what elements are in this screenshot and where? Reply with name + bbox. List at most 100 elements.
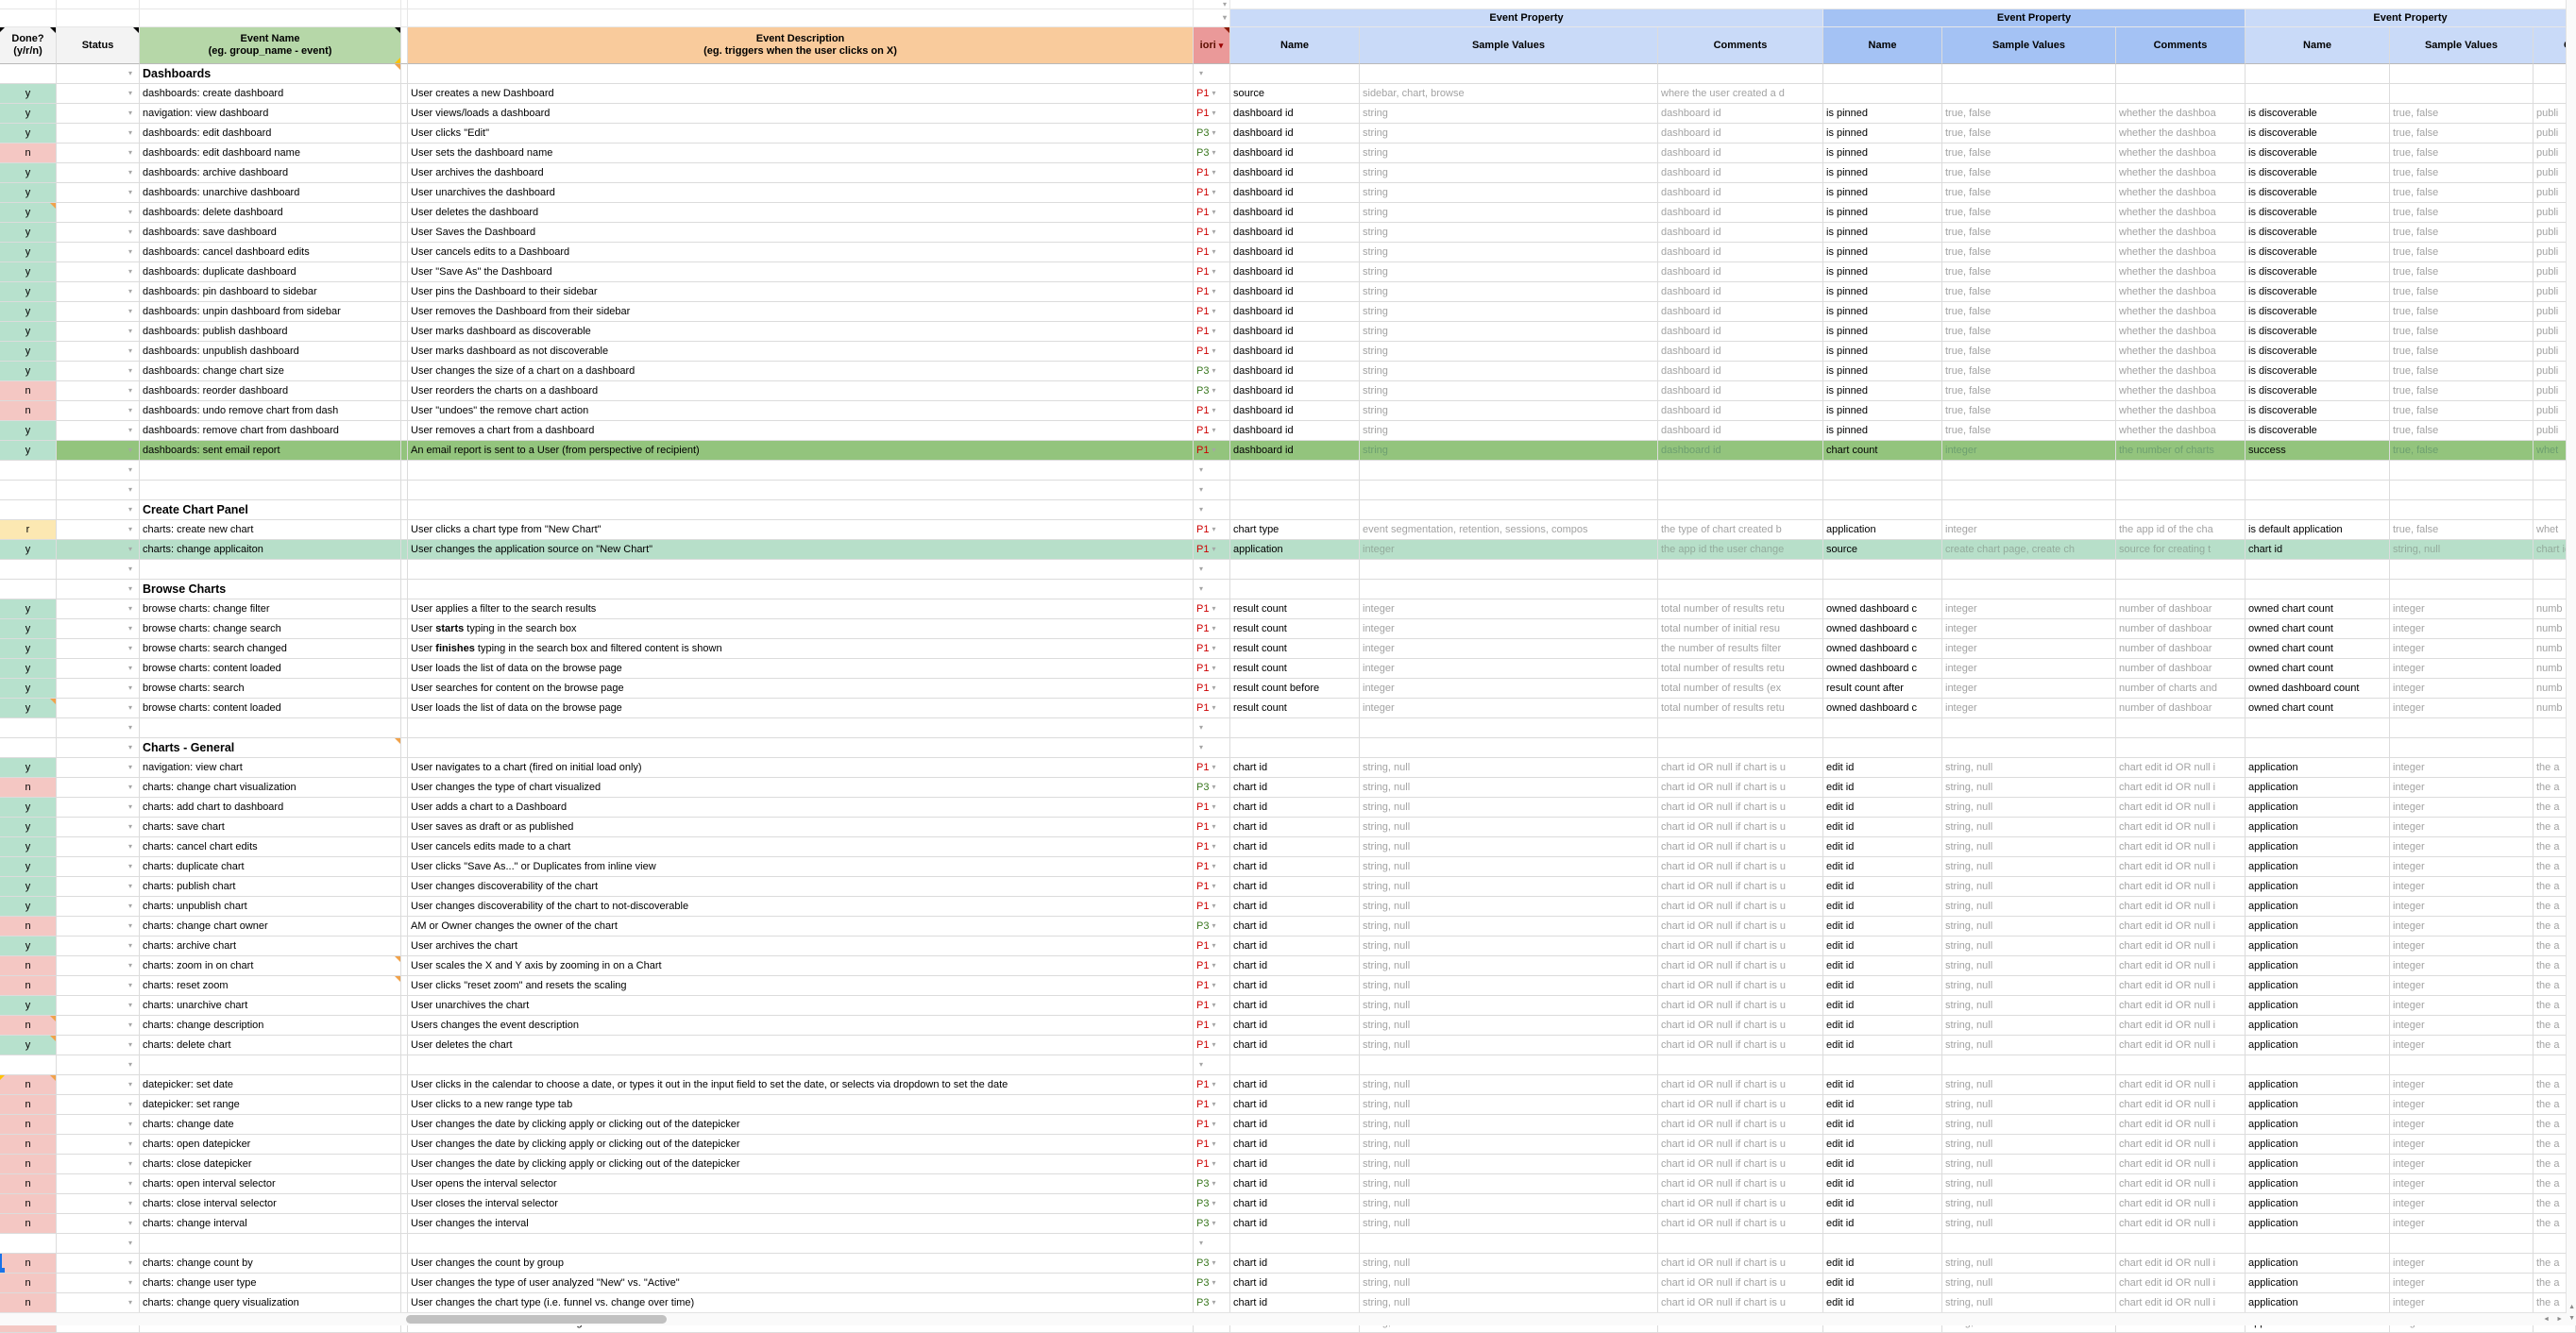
cell-event-description[interactable] xyxy=(408,560,1194,580)
cell-event-name[interactable]: charts: change chart visualization xyxy=(140,778,401,798)
cell-prop1-name[interactable]: chart id xyxy=(1230,1095,1360,1115)
cell-prop2-name[interactable] xyxy=(1823,64,1942,84)
cell-prop3-sample[interactable]: true, false xyxy=(2390,203,2534,223)
cell-prop1-comments[interactable]: dashboard id xyxy=(1658,143,1823,163)
cell-prop3-name[interactable]: owned chart count xyxy=(2246,619,2390,639)
cell-prop2-name[interactable]: result count after xyxy=(1823,679,1942,699)
cell-prop1-sample[interactable]: string xyxy=(1360,381,1658,401)
dropdown-arrow-icon[interactable]: ▾ xyxy=(128,367,132,375)
cell-prop3-sample[interactable] xyxy=(2390,500,2534,520)
cell-prop1-comments[interactable]: chart id OR null if chart is u xyxy=(1658,917,1823,936)
cell-status[interactable]: ▾ xyxy=(57,243,140,262)
cell-status[interactable]: ▾ xyxy=(57,936,140,956)
cell-prop1-sample[interactable]: string xyxy=(1360,124,1658,143)
cell-event-name[interactable] xyxy=(140,1234,401,1254)
cell-prop3-name[interactable]: is discoverable xyxy=(2246,104,2390,124)
cell-prop1-name[interactable]: chart id xyxy=(1230,1174,1360,1194)
cell-prop1-comments[interactable]: dashboard id xyxy=(1658,362,1823,381)
cell-done[interactable]: y xyxy=(0,837,57,857)
cell-prop2-name[interactable]: is pinned xyxy=(1823,401,1942,421)
cell-prop3-name[interactable]: application xyxy=(2246,1095,2390,1115)
cell-event-description[interactable] xyxy=(408,718,1194,738)
cell-prop1-comments[interactable] xyxy=(1658,64,1823,84)
cell-prop3-name[interactable]: is discoverable xyxy=(2246,143,2390,163)
scroll-down-icon[interactable]: ▼ xyxy=(2568,1315,2575,1322)
cell-prop2-comments[interactable]: chart edit id OR null i xyxy=(2116,1174,2246,1194)
cell-done[interactable]: y xyxy=(0,659,57,679)
cell-event-description[interactable]: User changes the chart type (i.e. funnel… xyxy=(408,1293,1194,1313)
cell-spacer[interactable] xyxy=(401,362,408,381)
cell-priority[interactable]: P3▾ xyxy=(1194,381,1230,401)
cell-prop2-comments[interactable] xyxy=(2116,84,2246,104)
cell-status[interactable]: ▾ xyxy=(57,461,140,481)
cell-prop1-name[interactable]: chart id xyxy=(1230,996,1360,1016)
cell-prop2-comments[interactable]: chart edit id OR null i xyxy=(2116,1274,2246,1293)
cell-prop1-comments[interactable]: dashboard id xyxy=(1658,282,1823,302)
cell-prop1-comments[interactable]: chart id OR null if chart is u xyxy=(1658,1274,1823,1293)
dropdown-arrow-icon[interactable]: ▾ xyxy=(128,1121,132,1128)
cell-prop1-name[interactable]: chart id xyxy=(1230,1115,1360,1135)
cell-status[interactable]: ▾ xyxy=(57,1055,140,1075)
cell-prop1-sample[interactable]: string xyxy=(1360,163,1658,183)
cell-prop3-name[interactable] xyxy=(2246,1055,2390,1075)
cell-prop3-sample[interactable]: integer xyxy=(2390,996,2534,1016)
cell-spacer[interactable] xyxy=(401,1036,408,1055)
cell-event-name[interactable]: dashboards: save dashboard xyxy=(140,223,401,243)
cell-prop2-name[interactable]: owned dashboard c xyxy=(1823,699,1942,718)
cell-prop2-name[interactable]: edit id xyxy=(1823,1135,1942,1155)
cell-prop1-sample[interactable]: string xyxy=(1360,342,1658,362)
cell-spacer[interactable] xyxy=(401,718,408,738)
cell-spacer[interactable] xyxy=(401,520,408,540)
cell-prop2-comments[interactable]: chart edit id OR null i xyxy=(2116,976,2246,996)
cell-event-description[interactable]: User clicks "Save As..." or Duplicates f… xyxy=(408,857,1194,877)
cell-event-description[interactable]: User clicks "Edit" xyxy=(408,124,1194,143)
cell-done[interactable]: r xyxy=(0,520,57,540)
cell-spacer[interactable] xyxy=(401,956,408,976)
cell-done[interactable] xyxy=(0,738,57,758)
column-header-prop3-sample[interactable]: Sample Values xyxy=(2390,27,2534,64)
cell-event-name[interactable]: dashboards: edit dashboard name xyxy=(140,143,401,163)
cell-prop3-name[interactable]: application xyxy=(2246,758,2390,778)
cell-spacer[interactable] xyxy=(401,104,408,124)
cell-status[interactable]: ▾ xyxy=(57,421,140,441)
cell-event-name[interactable]: browse charts: search changed xyxy=(140,639,401,659)
dropdown-arrow-icon[interactable]: ▾ xyxy=(128,526,132,533)
cell-prop1-comments[interactable]: the number of results filter xyxy=(1658,639,1823,659)
dropdown-arrow-icon[interactable]: ▾ xyxy=(1199,466,1203,474)
cell-prop2-name[interactable]: edit id xyxy=(1823,917,1942,936)
cell-prop1-comments[interactable] xyxy=(1658,461,1823,481)
cell-prop3-name[interactable]: is discoverable xyxy=(2246,183,2390,203)
cell-prop2-comments[interactable]: whether the dashboa xyxy=(2116,163,2246,183)
cell-prop3-sample[interactable] xyxy=(2390,738,2534,758)
dropdown-arrow-icon[interactable]: ▾ xyxy=(1212,1299,1215,1307)
cell-prop2-sample[interactable]: true, false xyxy=(1942,322,2116,342)
cell-priority[interactable]: P1▾ xyxy=(1194,1155,1230,1174)
cell-prop2-comments[interactable] xyxy=(2116,738,2246,758)
cell-prop1-sample[interactable]: integer xyxy=(1360,540,1658,560)
cell-done[interactable]: n xyxy=(0,956,57,976)
cell-prop2-comments[interactable]: chart edit id OR null i xyxy=(2116,877,2246,897)
cell-done[interactable]: y xyxy=(0,818,57,837)
cell-prop1-comments[interactable]: dashboard id xyxy=(1658,223,1823,243)
cell-priority[interactable]: P1▾ xyxy=(1194,342,1230,362)
cell-prop1-name[interactable]: dashboard id xyxy=(1230,143,1360,163)
cell-spacer[interactable] xyxy=(401,560,408,580)
dropdown-arrow-icon[interactable]: ▾ xyxy=(128,764,132,771)
cell-prop1-comments[interactable] xyxy=(1658,560,1823,580)
dropdown-arrow-icon[interactable]: ▾ xyxy=(128,110,132,117)
dropdown-arrow-icon[interactable]: ▾ xyxy=(1212,129,1215,137)
cell-status[interactable]: ▾ xyxy=(57,580,140,599)
cell-prop2-comments[interactable]: number of dashboar xyxy=(2116,699,2246,718)
cell-status[interactable]: ▾ xyxy=(57,798,140,818)
cell-prop2-comments[interactable]: chart edit id OR null i xyxy=(2116,1036,2246,1055)
cell-status[interactable]: ▾ xyxy=(57,500,140,520)
cell-prop2-sample[interactable] xyxy=(1942,1055,2116,1075)
cell-prop2-name[interactable] xyxy=(1823,738,1942,758)
cell-prop2-sample[interactable] xyxy=(1942,718,2116,738)
dropdown-arrow-icon[interactable]: ▾ xyxy=(128,565,132,573)
cell-prop2-comments[interactable] xyxy=(2116,481,2246,500)
cell-prop2-comments[interactable]: whether the dashboa xyxy=(2116,282,2246,302)
cell-done[interactable]: y xyxy=(0,282,57,302)
cell-spacer[interactable] xyxy=(401,1174,408,1194)
dropdown-arrow-icon[interactable]: ▾ xyxy=(128,209,132,216)
